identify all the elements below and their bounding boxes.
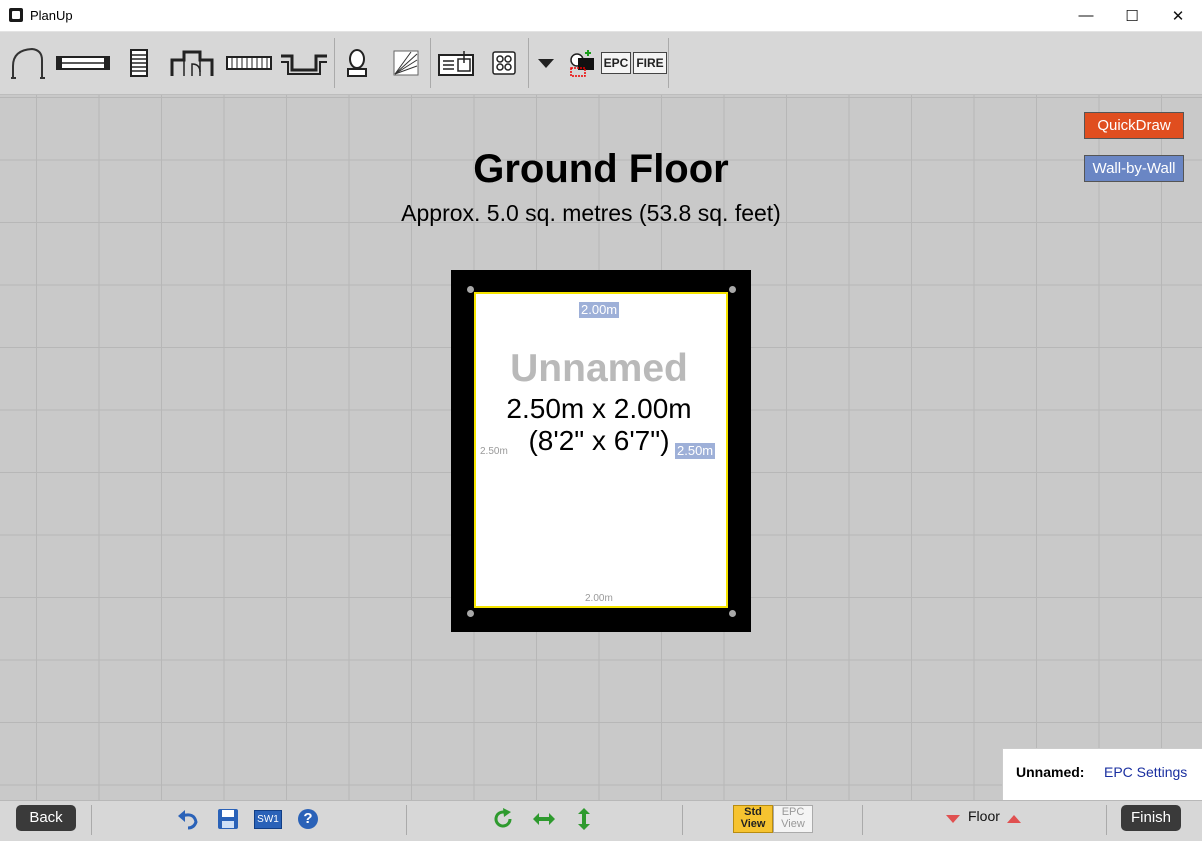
epc-room-label: Unnamed: <box>1016 764 1085 780</box>
save-icon[interactable] <box>215 805 241 833</box>
corner-handle[interactable] <box>729 286 736 293</box>
app-title: PlanUp <box>30 8 73 23</box>
epc-view-label: View <box>781 818 805 830</box>
measure-tool-icon[interactable] <box>392 44 420 82</box>
epc-tool-button[interactable]: EPC <box>600 44 632 82</box>
flip-vertical-icon[interactable] <box>571 805 597 833</box>
top-wall-dimension[interactable]: 2.00m <box>579 302 620 318</box>
hob-tool-icon[interactable] <box>491 44 517 82</box>
floor-title: Ground Floor <box>473 147 729 191</box>
window-tool-icon[interactable] <box>56 44 110 82</box>
toolbar-separator <box>334 38 335 88</box>
flip-horizontal-icon[interactable] <box>531 805 557 833</box>
room-dimensions-metric: 2.50m x 2.00m <box>506 393 692 424</box>
epc-view-label: EPC <box>781 806 805 818</box>
toilet-tool-icon[interactable] <box>344 44 370 82</box>
toolbar: EPC FIRE <box>0 32 1202 95</box>
quickdraw-button[interactable]: QuickDraw <box>1084 112 1184 139</box>
door-tool-icon[interactable] <box>10 44 46 82</box>
epc-settings-link[interactable]: EPC Settings <box>1104 764 1187 780</box>
std-view-label: Std <box>744 806 762 818</box>
undo-icon[interactable] <box>175 805 201 833</box>
maximize-button[interactable]: ☐ <box>1109 0 1155 31</box>
bottom-separator <box>1106 805 1107 835</box>
floor-label: Floor <box>968 808 1000 824</box>
std-view-toggle[interactable]: Std View <box>733 805 773 833</box>
drawing-canvas[interactable]: QuickDraw Wall-by-Wall Ground Floor Appr… <box>0 95 1202 800</box>
corner-handle[interactable] <box>729 610 736 617</box>
std-view-label: View <box>740 818 766 830</box>
bottom-separator <box>862 805 863 835</box>
close-button[interactable]: ✕ <box>1155 0 1201 31</box>
floor-down-icon[interactable] <box>942 805 964 833</box>
title-bar: PlanUp — ☐ ✕ <box>0 0 1202 32</box>
toolbar-separator <box>528 38 529 88</box>
bottom-separator <box>682 805 683 835</box>
floor-area: Approx. 5.0 sq. metres (53.8 sq. feet) <box>401 200 781 226</box>
bottom-separator <box>406 805 407 835</box>
minimize-button[interactable]: — <box>1063 0 1109 31</box>
rotate-icon[interactable] <box>490 805 516 833</box>
epc-panel: Unnamed: EPC Settings <box>1002 748 1202 801</box>
opening-tool-icon[interactable] <box>280 44 328 82</box>
stairs-tool-icon[interactable] <box>128 44 150 82</box>
app-logo-icon <box>9 8 23 22</box>
corner-handle[interactable] <box>467 286 474 293</box>
bay-window-tool-icon[interactable] <box>170 44 214 82</box>
back-button[interactable]: Back <box>16 805 76 831</box>
epc-view-toggle[interactable]: EPC View <box>773 805 813 833</box>
help-icon[interactable]: ? <box>295 805 321 833</box>
toolbar-separator <box>668 38 669 88</box>
room-dimensions-imperial: (8'2" x 6'7") <box>528 425 670 456</box>
toolbar-separator <box>430 38 431 88</box>
radiator-tool-icon[interactable] <box>226 44 272 82</box>
fire-tool-button[interactable]: FIRE <box>633 44 667 82</box>
finish-button[interactable]: Finish <box>1121 805 1181 831</box>
dropdown-arrow-icon[interactable] <box>536 44 556 82</box>
room-label-tool-icon[interactable] <box>566 44 596 82</box>
room-name[interactable]: Unnamed <box>474 347 724 391</box>
bottom-wall-dimension: 2.00m <box>585 593 613 604</box>
floor-up-icon[interactable] <box>1003 805 1025 833</box>
corner-handle[interactable] <box>467 610 474 617</box>
bottom-separator <box>91 805 92 835</box>
bottom-bar: Back SW1 ? Std View EPC View Floor Finis… <box>0 800 1202 841</box>
kitchen-unit-tool-icon[interactable] <box>438 44 474 82</box>
sw1-button[interactable]: SW1 <box>254 805 282 833</box>
